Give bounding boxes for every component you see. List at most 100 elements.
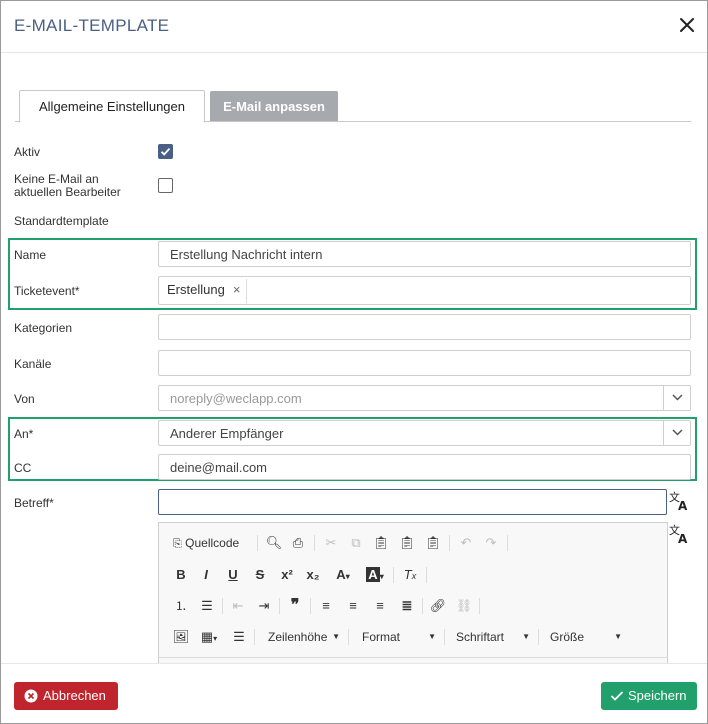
cc-input[interactable]: deine@mail.com (158, 454, 691, 480)
unlink-icon[interactable]: ⛓ (454, 594, 474, 618)
an-value: Anderer Empfänger (170, 426, 284, 441)
image-icon[interactable]: 🖼︎ (171, 625, 191, 649)
toolbar-separator (479, 598, 480, 614)
betreff-input[interactable] (158, 489, 667, 515)
von-label: Von (14, 392, 35, 406)
subscript-icon[interactable]: x₂ (303, 563, 323, 587)
check-icon (610, 691, 624, 701)
strikethrough-icon[interactable]: S (250, 563, 270, 587)
align-justify-icon[interactable]: ≣ (397, 594, 417, 618)
dropdown-arrow-icon: ▼ (332, 632, 340, 641)
cancel-label: Abbrechen (43, 688, 106, 703)
toolbar-separator (314, 535, 315, 551)
kanaele-input[interactable] (158, 350, 691, 376)
chevron-down-icon (672, 429, 683, 436)
paste-word-icon[interactable]: 📋︎ (422, 531, 444, 555)
ticketevent-chip-label: Erstellung (167, 282, 225, 297)
horizontal-rule-icon[interactable]: ☰ (229, 625, 249, 649)
editor-toolbar-row-1: ⎘ Quellcode 🔍︎ ⎙ ✂ ⧉ 📋︎ 📋︎ 📋︎ ↶ ↷ (167, 531, 661, 555)
text-color-icon[interactable]: A▾ (330, 563, 356, 587)
editor-toolbar-row-3: ⒈ ☰ ⇤ ⇥ ❞ ≡ ≡ ≡ ≣ 🔗︎ ⛓ (167, 594, 661, 618)
betreff-label: Betreff* (14, 496, 54, 510)
numbered-list-icon[interactable]: ⒈ (171, 594, 191, 618)
bold-icon[interactable]: B (171, 563, 191, 587)
link-icon[interactable]: 🔗︎ (428, 594, 448, 618)
aktiv-checkbox[interactable] (158, 144, 173, 159)
toolbar-separator (310, 598, 311, 614)
standardtemplate-label: Standardtemplate (14, 214, 109, 228)
name-label: Name (14, 248, 47, 262)
close-icon[interactable] (677, 15, 697, 35)
keine-email-checkbox[interactable] (158, 178, 173, 193)
dialog-footer: Abbrechen Speichern (1, 663, 707, 723)
kategorien-input[interactable] (158, 314, 691, 340)
paste-text-icon[interactable]: 📋︎ (396, 531, 418, 555)
tab-bar: Allgemeine Einstellungen E-Mail anpassen (15, 90, 691, 123)
ticketevent-chip: Erstellung × (161, 279, 248, 303)
chip-remove-icon[interactable]: × (233, 282, 241, 297)
an-dropdown-button[interactable] (663, 420, 691, 446)
toolbar-separator (254, 629, 255, 645)
name-input[interactable]: Erstellung Nachricht intern (158, 241, 691, 267)
line-height-dropdown[interactable]: Zeilenhöhe ▼ (260, 625, 344, 649)
cancel-circle-icon (24, 689, 38, 703)
undo-icon[interactable]: ↶ (455, 531, 477, 555)
paste-icon[interactable]: 📋︎ (370, 531, 392, 555)
copy-icon[interactable]: ⧉ (345, 531, 367, 555)
table-icon[interactable]: ▦▾ (195, 625, 223, 649)
svg-text:A: A (678, 499, 688, 512)
outdent-icon[interactable]: ⇤ (228, 594, 248, 618)
blockquote-icon[interactable]: ❞ (285, 594, 305, 618)
translate-icon[interactable]: 文A (669, 523, 691, 546)
translate-icon[interactable]: 文A (669, 490, 691, 513)
align-center-icon[interactable]: ≡ (343, 594, 363, 618)
dropdown-arrow-icon: ▼ (428, 632, 436, 641)
source-button[interactable]: ⎘ Quellcode (173, 531, 253, 555)
indent-icon[interactable]: ⇥ (254, 594, 274, 618)
von-dropdown-button[interactable] (663, 385, 691, 411)
tab-allgemeine-einstellungen[interactable]: Allgemeine Einstellungen (19, 90, 205, 123)
rich-text-editor: ⎘ Quellcode 🔍︎ ⎙ ✂ ⧉ 📋︎ 📋︎ 📋︎ ↶ ↷ B I U … (158, 522, 668, 664)
format-dropdown[interactable]: Format ▼ (354, 625, 440, 649)
dropdown-arrow-icon: ▼ (522, 632, 530, 641)
von-select[interactable]: noreply@weclapp.com (158, 385, 691, 411)
an-select[interactable]: Anderer Empfänger (158, 420, 691, 446)
background-color-icon[interactable]: A ▾ (362, 563, 388, 587)
underline-icon[interactable]: U (223, 563, 243, 587)
tab-email-anpassen[interactable]: E-Mail anpassen (210, 91, 338, 121)
bullet-list-icon[interactable]: ☰ (197, 594, 217, 618)
align-left-icon[interactable]: ≡ (316, 594, 336, 618)
line-height-label: Zeilenhöhe (268, 630, 328, 644)
toolbar-separator (422, 598, 423, 614)
ticketevent-label: Ticketevent* (14, 284, 80, 298)
font-family-dropdown[interactable]: Schriftart ▼ (450, 625, 534, 649)
dialog-header: E-MAIL-TEMPLATE (1, 1, 707, 53)
font-size-dropdown[interactable]: Größe ▼ (544, 625, 626, 649)
chevron-down-icon (672, 394, 683, 401)
kanaele-label: Kanäle (14, 357, 52, 371)
align-right-icon[interactable]: ≡ (370, 594, 390, 618)
cancel-button[interactable]: Abbrechen (14, 682, 118, 710)
toolbar-separator (257, 535, 258, 551)
cut-icon[interactable]: ✂ (320, 531, 342, 555)
italic-icon[interactable]: I (196, 563, 216, 587)
editor-toolbar-row-2: B I U S x² x₂ A▾ A ▾ Tx (167, 563, 661, 587)
editor-toolbar-row-4: 🖼︎ ▦▾ ☰ Zeilenhöhe ▼ Format ▼ Schriftart ▼ … (167, 625, 661, 649)
keine-email-label-line1: Keine E-Mail an (14, 172, 99, 186)
superscript-icon[interactable]: x² (277, 563, 297, 587)
redo-icon[interactable]: ↷ (480, 531, 502, 555)
check-icon (160, 147, 171, 156)
toolbar-separator (444, 629, 445, 645)
toolbar-separator (538, 629, 539, 645)
email-template-dialog: E-MAIL-TEMPLATE Allgemeine Einstellungen… (0, 0, 708, 724)
print-icon[interactable]: ⎙ (287, 531, 309, 555)
font-family-label: Schriftart (456, 630, 505, 644)
toolbar-separator (279, 598, 280, 614)
source-icon: ⎘ (173, 538, 182, 550)
toolbar-separator (426, 567, 427, 583)
save-button[interactable]: Speichern (601, 682, 697, 710)
remove-format-icon[interactable]: Tx (399, 563, 421, 587)
preview-icon[interactable]: 🔍︎ (263, 531, 285, 555)
editor-toolbar-divider (159, 657, 667, 658)
ticketevent-multiselect[interactable]: Erstellung × (158, 276, 691, 305)
